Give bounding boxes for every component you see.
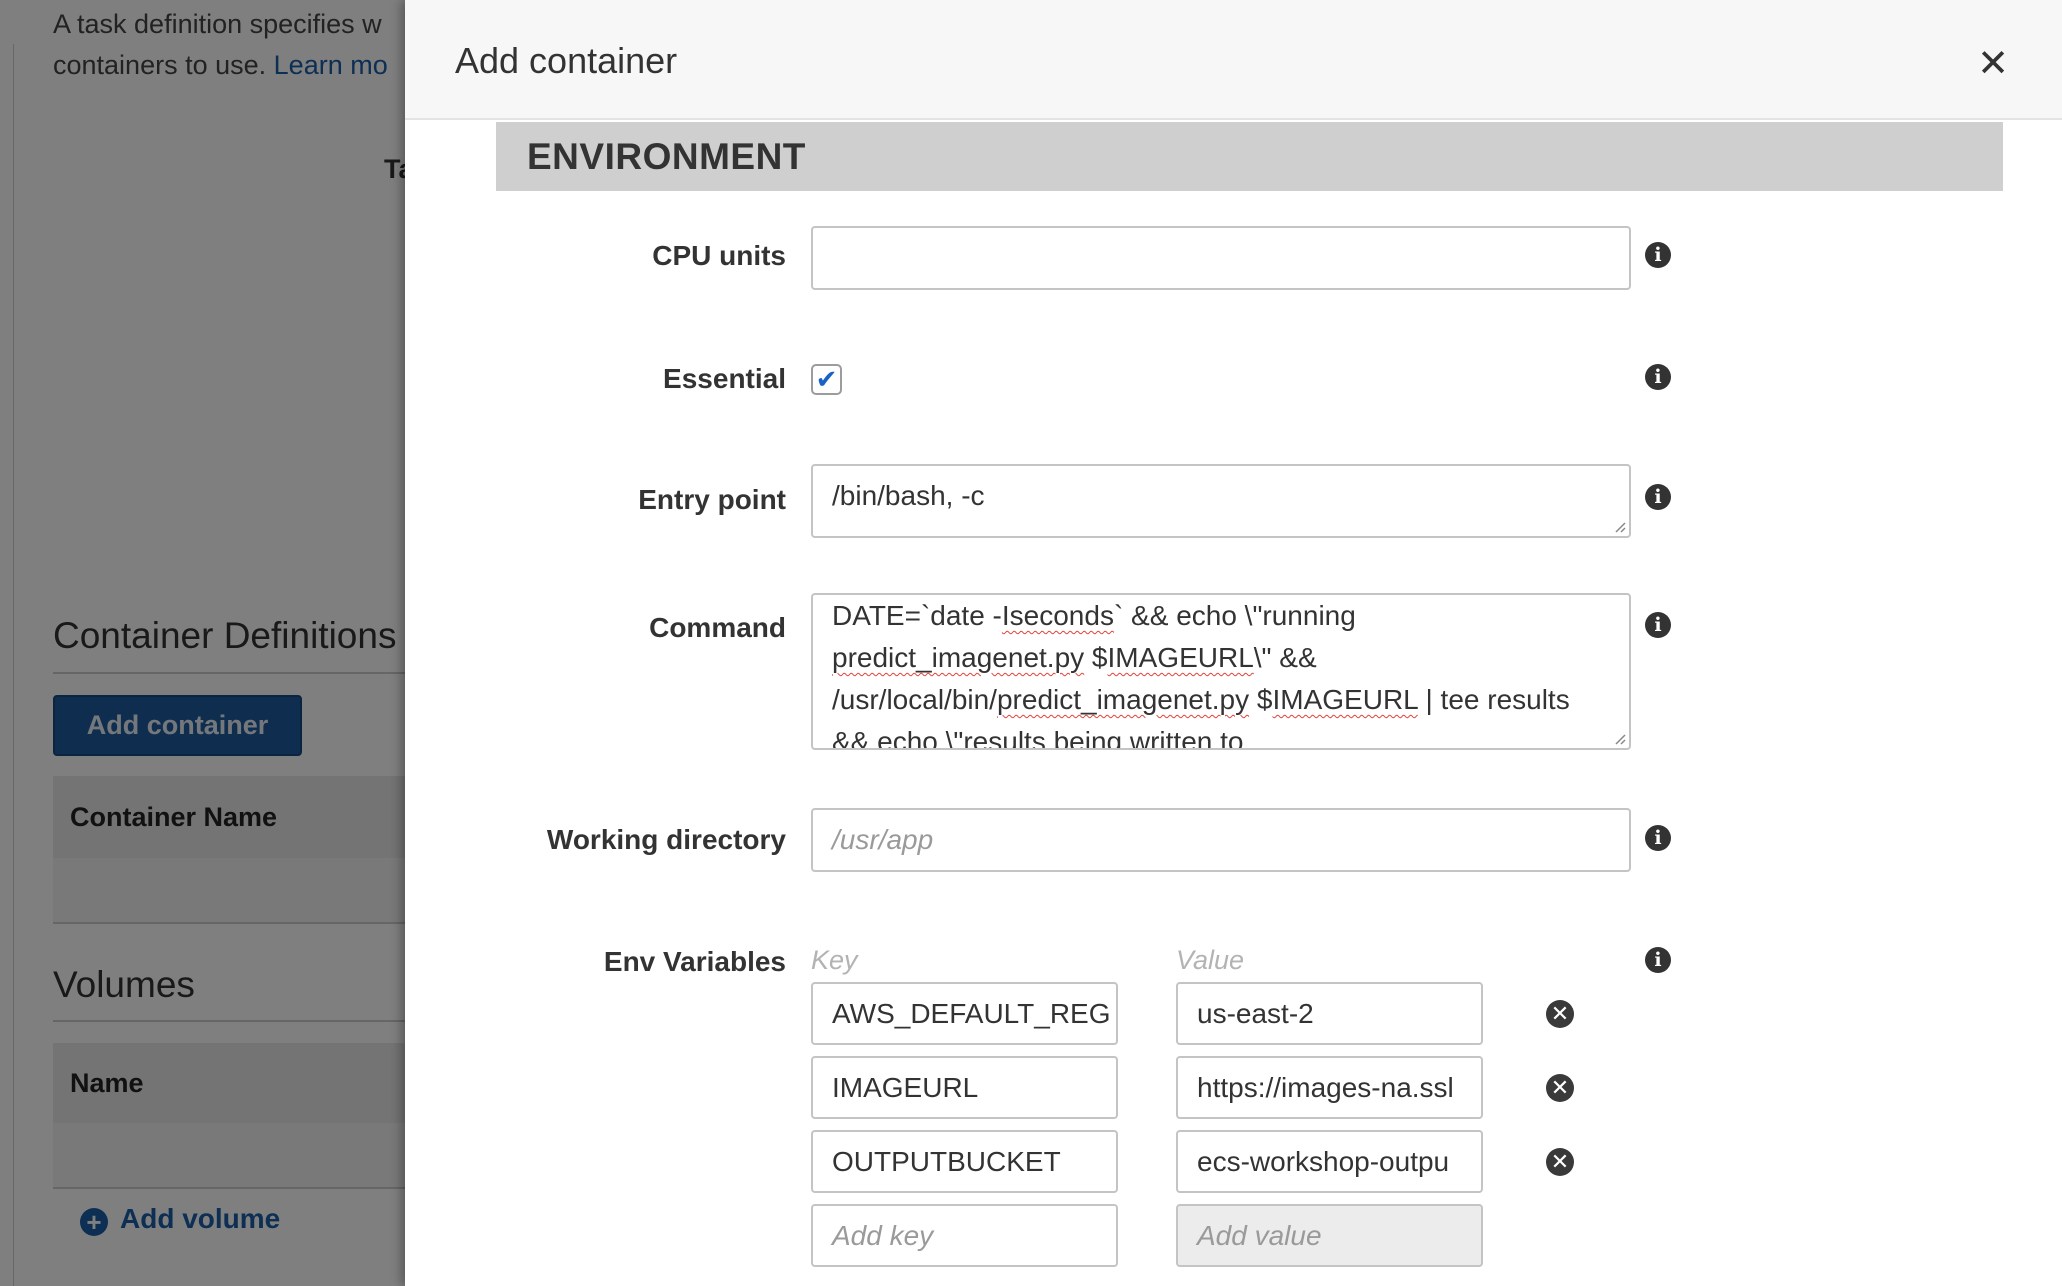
add-key-input[interactable]: Add key bbox=[811, 1204, 1118, 1267]
env-key-input[interactable]: OUTPUTBUCKET bbox=[811, 1130, 1118, 1193]
modal-header: Add container ✕ bbox=[405, 0, 2062, 120]
info-icon[interactable]: i bbox=[1645, 612, 1671, 638]
resize-handle-icon[interactable] bbox=[1612, 519, 1626, 533]
info-icon[interactable]: i bbox=[1645, 484, 1671, 510]
add-value-input[interactable]: Add value bbox=[1176, 1204, 1483, 1267]
entry-point-label: Entry point bbox=[638, 484, 786, 515]
spellcheck-mark: predict_imagenet.py bbox=[832, 642, 1085, 673]
command-label: Command bbox=[649, 612, 786, 643]
modal-title: Add container bbox=[455, 40, 678, 81]
command-line-text: predict_imagenet.py $IMAGEURL\" && bbox=[832, 642, 1317, 673]
cpu-units-label: CPU units bbox=[652, 240, 786, 271]
command-line: predict_imagenet.py $IMAGEURL\" && bbox=[832, 637, 1612, 679]
spellcheck-mark: IMAGEURL bbox=[1107, 642, 1254, 673]
command-textarea[interactable]: DATE=`date -Iseconds` && echo \"running … bbox=[811, 593, 1631, 750]
env-key-input[interactable]: AWS_DEFAULT_REG bbox=[811, 982, 1118, 1045]
command-line-text: /usr/local/bin/predict_imagenet.py $IMAG… bbox=[832, 684, 1570, 715]
essential-checkbox[interactable]: ✔ bbox=[811, 364, 842, 395]
command-line-text: DATE=`date -Iseconds` && echo \"running bbox=[832, 600, 1356, 631]
info-icon[interactable]: i bbox=[1645, 242, 1671, 268]
env-value-input[interactable]: https://images-na.ssl bbox=[1176, 1056, 1483, 1119]
info-icon[interactable]: i bbox=[1645, 947, 1671, 973]
remove-circle-icon[interactable]: ✕ bbox=[1546, 1148, 1574, 1176]
section-title: ENVIRONMENT bbox=[527, 136, 806, 177]
working-directory-label: Working directory bbox=[546, 824, 786, 855]
entry-point-textarea[interactable]: /bin/bash, -c bbox=[811, 464, 1631, 538]
environment-section-header: ENVIRONMENT bbox=[496, 122, 2003, 191]
info-icon[interactable]: i bbox=[1645, 364, 1671, 390]
env-key-input[interactable]: IMAGEURL bbox=[811, 1056, 1118, 1119]
working-directory-input[interactable]: /usr/app bbox=[811, 808, 1631, 872]
spellcheck-mark: Iseconds bbox=[1001, 600, 1114, 631]
add-container-modal: Add container ✕ ENVIRONMENT CPU units i … bbox=[405, 0, 2062, 1286]
key-column-header: Key bbox=[811, 945, 858, 975]
remove-circle-icon[interactable]: ✕ bbox=[1546, 1074, 1574, 1102]
env-variables-label: Env Variables bbox=[603, 946, 786, 977]
essential-label: Essential bbox=[663, 363, 786, 394]
command-text: DATE=`date -Iseconds` && echo \"running … bbox=[832, 595, 1612, 750]
resize-handle-icon[interactable] bbox=[1612, 731, 1626, 745]
value-column-header: Value bbox=[1176, 945, 1245, 975]
command-line-text: && echo \"results being written to bbox=[832, 726, 1244, 750]
command-line: DATE=`date -Iseconds` && echo \"running bbox=[832, 595, 1612, 637]
command-line: && echo \"results being written to bbox=[832, 721, 1612, 750]
command-line: /usr/local/bin/predict_imagenet.py $IMAG… bbox=[832, 679, 1612, 721]
info-icon[interactable]: i bbox=[1645, 825, 1671, 851]
spellcheck-mark: IMAGEURL bbox=[1272, 684, 1418, 715]
spellcheck-mark: predict_imagenet.py bbox=[996, 684, 1250, 715]
cpu-units-input[interactable] bbox=[811, 226, 1631, 290]
env-value-input[interactable]: ecs-workshop-outpu bbox=[1176, 1130, 1483, 1193]
env-value-input[interactable]: us-east-2 bbox=[1176, 982, 1483, 1045]
entry-point-value: /bin/bash, -c bbox=[832, 480, 985, 511]
remove-circle-icon[interactable]: ✕ bbox=[1546, 1000, 1574, 1028]
close-icon[interactable]: ✕ bbox=[1973, 44, 2013, 84]
